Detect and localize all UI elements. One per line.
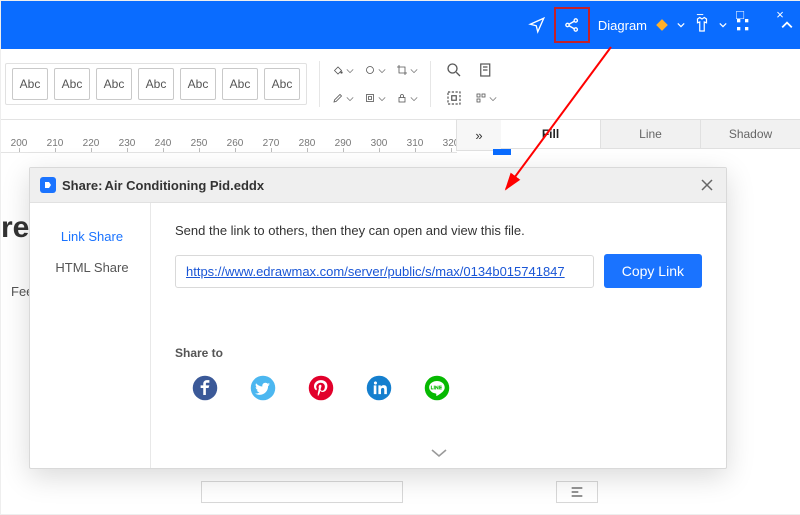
- align-icon[interactable]: [556, 481, 598, 503]
- ruler-tick: 210: [37, 138, 73, 149]
- toolbar: Abc Abc Abc Abc Abc Abc Abc: [1, 49, 800, 120]
- effects-icon[interactable]: [364, 87, 386, 109]
- ruler-tick: 240: [145, 138, 181, 149]
- text-style-item[interactable]: Abc: [96, 68, 132, 100]
- ruler-tick: 320: [433, 138, 457, 149]
- text-style-item[interactable]: Abc: [54, 68, 90, 100]
- dialog-nav: Link Share HTML Share: [30, 203, 151, 468]
- panel-accent: [493, 149, 511, 155]
- diagram-label: Diagram: [598, 18, 647, 33]
- share-hint-text: Send the link to others, then they can o…: [175, 223, 702, 238]
- share-to-label: Share to: [175, 346, 702, 360]
- pencil-icon[interactable]: [332, 87, 354, 109]
- crop-icon[interactable]: [396, 59, 418, 81]
- text-style-item[interactable]: Abc: [12, 68, 48, 100]
- ruler-tick: 230: [109, 138, 145, 149]
- horizontal-ruler: 200 210 220 230 240 250 260 270 280 290 …: [1, 119, 457, 153]
- expand-panel-button[interactable]: »: [456, 119, 501, 151]
- window-maximize-button[interactable]: □: [729, 3, 751, 25]
- text-style-gallery[interactable]: Abc Abc Abc Abc Abc Abc Abc: [5, 63, 307, 105]
- text-style-item[interactable]: Abc: [180, 68, 216, 100]
- dialog-titlebar: Share: Air Conditioning Pid.eddx: [30, 168, 726, 203]
- ruler-tick: 280: [289, 138, 325, 149]
- facebook-icon[interactable]: [191, 374, 219, 402]
- chevron-down-icon[interactable]: [430, 447, 448, 462]
- ruler-tick: 200: [1, 138, 37, 149]
- text-style-item[interactable]: Abc: [222, 68, 258, 100]
- dialog-title-prefix: Share:: [62, 178, 102, 193]
- page-thumbnail: [201, 481, 403, 503]
- copy-link-button[interactable]: Copy Link: [604, 254, 702, 288]
- nav-html-share[interactable]: HTML Share: [30, 252, 150, 283]
- ruler-tick: 290: [325, 138, 361, 149]
- twitter-icon[interactable]: [249, 374, 277, 402]
- dialog-filename: Air Conditioning Pid.eddx: [104, 178, 264, 193]
- text-style-item[interactable]: Abc: [264, 68, 300, 100]
- titlebar: Diagram − □ ×: [1, 1, 800, 49]
- ruler-tick: 310: [397, 138, 433, 149]
- ruler-tick: 270: [253, 138, 289, 149]
- window-close-button[interactable]: ×: [769, 3, 791, 25]
- fill-bucket-icon[interactable]: [332, 59, 354, 81]
- property-tabs: Fill Line Shadow: [501, 119, 800, 149]
- separator: [319, 61, 320, 107]
- line-icon[interactable]: [423, 374, 451, 402]
- shape-icon[interactable]: [364, 59, 386, 81]
- tab-line[interactable]: Line: [601, 119, 701, 149]
- share-url-field[interactable]: https://www.edrawmax.com/server/public/s…: [175, 255, 594, 288]
- ruler-tick: 260: [217, 138, 253, 149]
- select-all-icon[interactable]: [443, 87, 465, 109]
- linkedin-icon[interactable]: [365, 374, 393, 402]
- separator: [430, 61, 431, 107]
- tab-fill[interactable]: Fill: [501, 119, 601, 149]
- chevron-down-icon[interactable]: [677, 21, 685, 29]
- nav-link-share[interactable]: Link Share: [30, 221, 150, 252]
- arrange-icon[interactable]: [475, 87, 497, 109]
- page-manager-icon[interactable]: [475, 59, 497, 81]
- text-style-item[interactable]: Abc: [138, 68, 174, 100]
- send-icon[interactable]: [528, 16, 546, 34]
- share-dialog: Share: Air Conditioning Pid.eddx Link Sh…: [29, 167, 727, 469]
- lock-icon[interactable]: [396, 87, 418, 109]
- tab-shadow[interactable]: Shadow: [701, 119, 800, 149]
- diamond-icon[interactable]: [655, 18, 669, 32]
- app-logo-icon: [40, 177, 56, 193]
- zoom-icon[interactable]: [443, 59, 465, 81]
- pinterest-icon[interactable]: [307, 374, 335, 402]
- ruler-tick: 220: [73, 138, 109, 149]
- ruler-tick: 250: [181, 138, 217, 149]
- window-minimize-button[interactable]: −: [689, 3, 711, 25]
- dialog-close-button[interactable]: [698, 176, 716, 194]
- share-icon-highlight[interactable]: [554, 7, 590, 43]
- canvas-text-fragment: re: [1, 211, 29, 245]
- ruler-tick: 300: [361, 138, 397, 149]
